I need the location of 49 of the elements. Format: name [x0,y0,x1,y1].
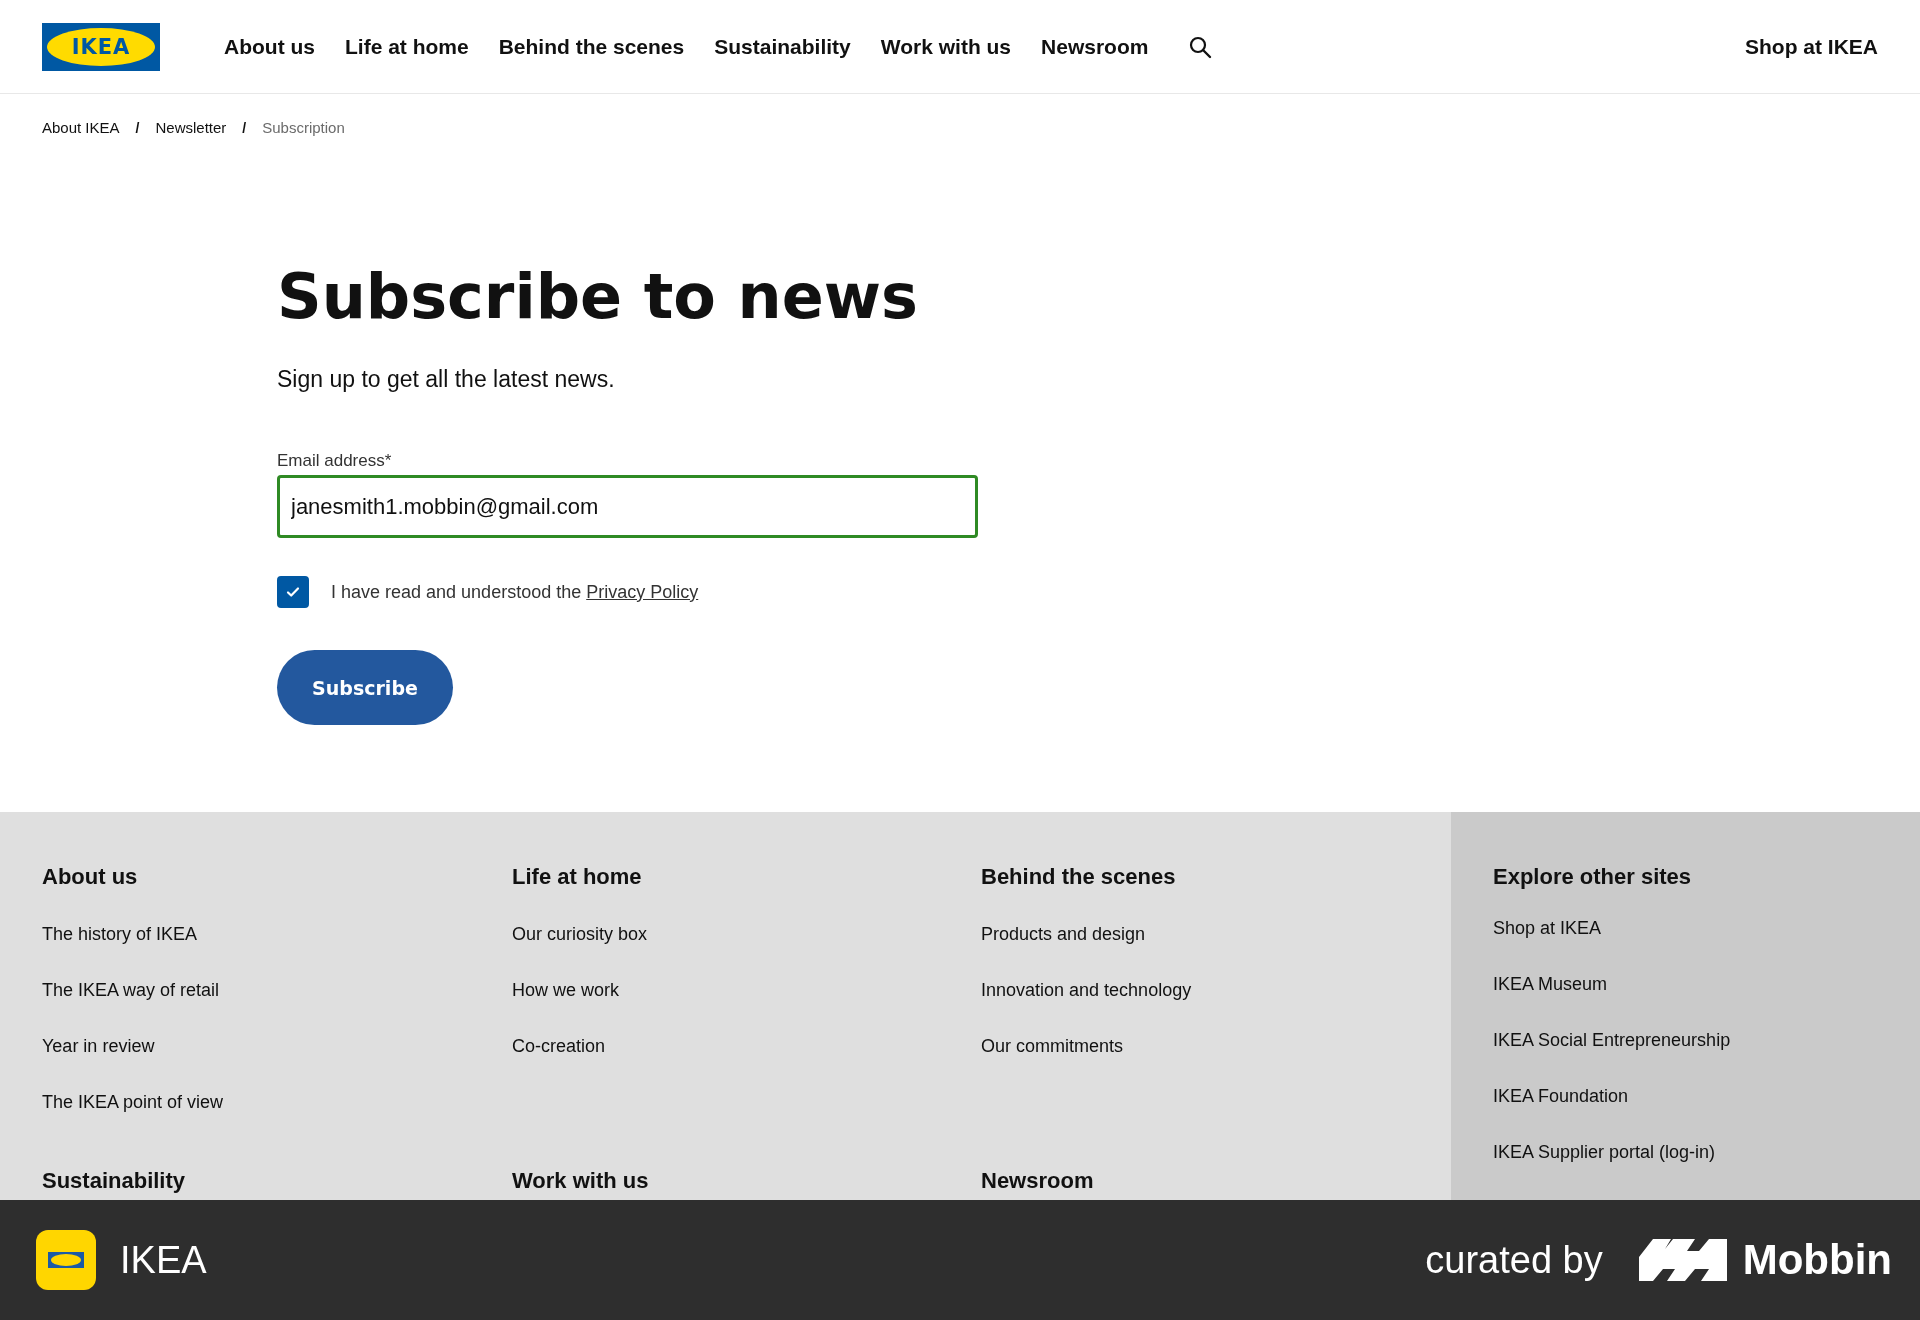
search-icon[interactable] [1188,34,1213,59]
breadcrumb-separator: / [242,119,247,136]
footer-link[interactable]: Products and design [981,906,1146,962]
footer-heading: Behind the scenes [981,864,1176,890]
footer-heading: Explore other sites [1493,864,1692,890]
footer-link[interactable]: IKEA Foundation [1493,1068,1629,1124]
footer-link[interactable]: Our curiosity box [512,906,648,962]
footer-link[interactable]: The IKEA way of retail [42,962,220,1018]
nav-link[interactable]: About us [224,34,315,59]
curated-by-text: curated by [1425,1238,1603,1282]
footer-link[interactable]: Shop at IKEA [1493,900,1602,956]
footer-link[interactable]: The history of IKEA [42,906,198,962]
footer-heading: Sustainability [42,1168,186,1194]
breadcrumb-separator: / [135,119,140,136]
nav-link[interactable]: Sustainability [714,34,851,59]
nav-link[interactable]: Behind the scenes [498,34,685,59]
shop-link[interactable]: Shop at IKEA [1745,34,1878,59]
breadcrumb-link[interactable]: Subscription [262,119,345,136]
footer-heading: About us [42,864,138,890]
mobbin-logo-icon [1638,1239,1727,1281]
footer-heading: Newsroom [981,1168,1094,1194]
footer-link[interactable]: Co-creation [512,1018,606,1074]
subscribe-button[interactable]: Subscribe [277,650,453,726]
email-field[interactable]: janesmith1.mobbin@gmail.com [277,475,978,539]
footer-heading: Life at home [512,864,642,890]
breadcrumb-link[interactable]: About IKEA [42,119,120,136]
footer-link[interactable]: IKEA Social Entrepreneurship [1493,1012,1731,1068]
privacy-policy-link[interactable]: Privacy Policy [586,581,699,602]
mobbin-wordmark: Mobbin [1742,1236,1892,1284]
page-title: Subscribe to news [277,260,918,335]
footer-heading: Work with us [512,1168,649,1194]
nav-link[interactable]: Life at home [345,34,469,59]
app-logo-icon [36,1230,96,1290]
consent-checkbox[interactable] [277,576,309,609]
field-label: Email address* [277,451,392,472]
footer-link[interactable]: IKEA Supplier portal (log-in) [1493,1124,1716,1180]
app-name: IKEA [120,1238,207,1282]
footer-link[interactable]: IKEA Museum [1493,956,1608,1012]
footer-link[interactable]: Innovation and technology [981,962,1192,1018]
page-subtitle: Sign up to get all the latest news. [277,366,615,394]
breadcrumb-link[interactable]: Newsletter [155,119,227,136]
nav-link[interactable]: Work with us [880,34,1012,59]
footer-link[interactable]: The IKEA point of view [42,1074,224,1130]
nav-link[interactable]: Newsroom [1041,34,1149,59]
footer-link[interactable]: Our commitments [981,1018,1124,1074]
footer-link[interactable]: Year in review [42,1018,155,1074]
consent-text: I have read and understood the Privacy Policy [331,581,699,603]
footer-link[interactable]: How we work [512,962,620,1018]
ikea-logo[interactable]: IKEA [42,22,160,71]
